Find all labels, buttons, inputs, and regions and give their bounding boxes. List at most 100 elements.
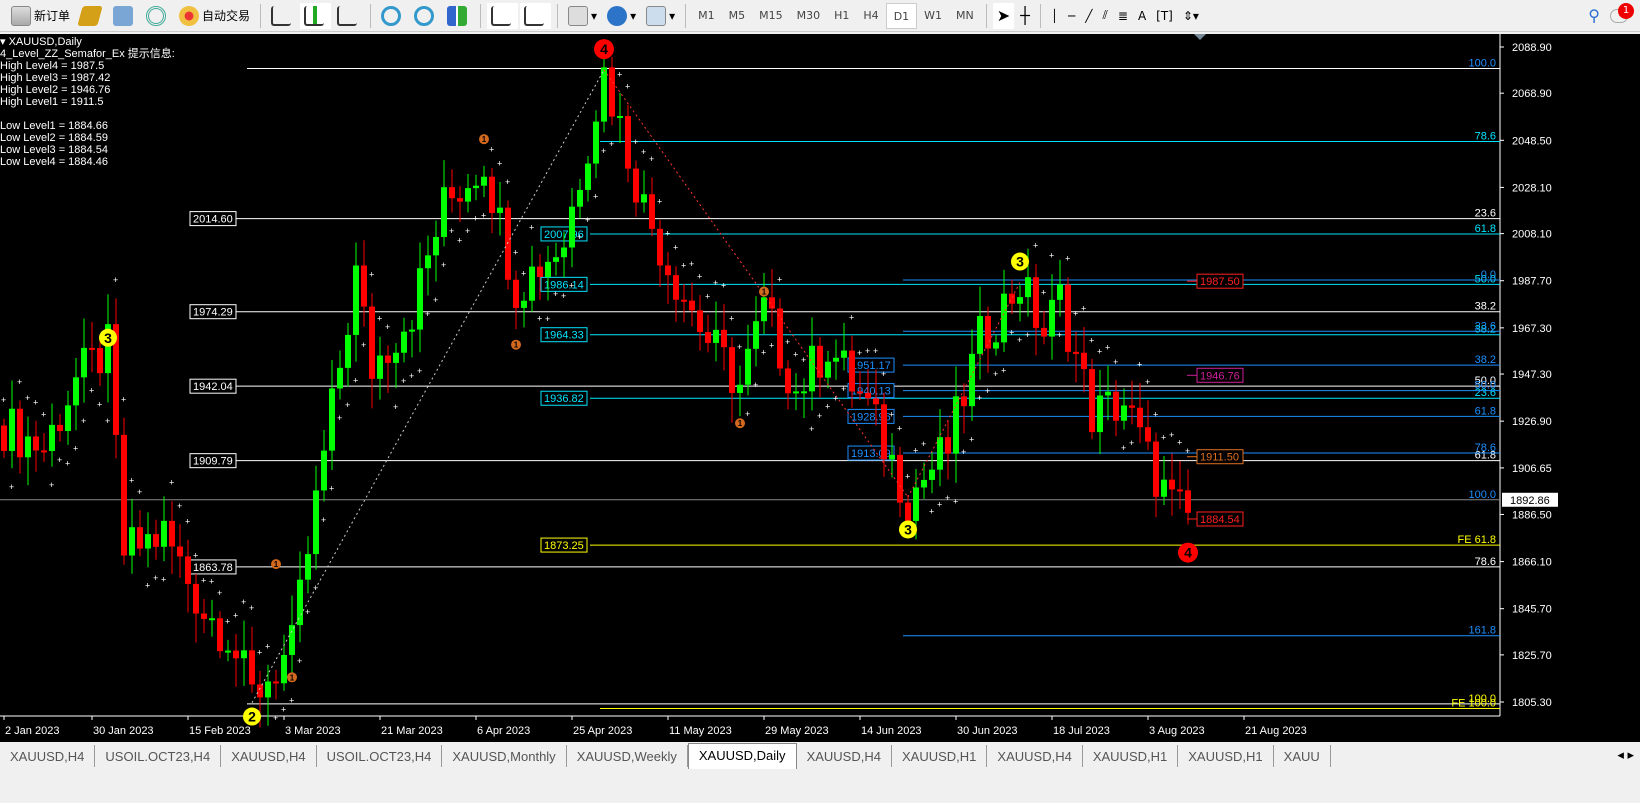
- timeframe-m30[interactable]: M30: [790, 3, 828, 29]
- chart-tab[interactable]: XAUUSD,Monthly: [442, 745, 567, 767]
- vertical-line-button[interactable]: │: [1047, 3, 1062, 29]
- sar-dot: +: [33, 397, 38, 407]
- navigator-button[interactable]: [109, 3, 140, 29]
- zoom-out-button[interactable]: [410, 3, 441, 29]
- tile-windows-button[interactable]: [443, 3, 474, 29]
- zoom-in-button[interactable]: [377, 3, 408, 29]
- chart-tab[interactable]: XAUUSD,H4: [221, 745, 317, 767]
- semafor-number: 3: [904, 521, 912, 537]
- timeframe-w1[interactable]: W1: [917, 3, 949, 29]
- indicators-icon: [568, 5, 589, 26]
- timeframe-m5[interactable]: M5: [722, 3, 753, 29]
- search-button[interactable]: ⚲: [1584, 3, 1604, 29]
- signals-button[interactable]: [142, 3, 173, 29]
- market-watch-button[interactable]: [76, 3, 107, 29]
- timeframe-h4[interactable]: H4: [856, 3, 885, 29]
- candle-body: [913, 487, 919, 521]
- periods-button[interactable]: ▾: [603, 3, 640, 29]
- price-chart[interactable]: 2088.90 2068.90 2048.50 2028.10 2008.10 1987.…: [0, 34, 1640, 742]
- candle-body: [953, 396, 959, 454]
- candle-body: [753, 321, 759, 349]
- bar-chart-button[interactable]: [267, 3, 298, 29]
- chart-tab[interactable]: XAUU: [1274, 745, 1331, 767]
- semafor-level-price: 1911.50: [1200, 452, 1239, 464]
- candle-body: [1065, 284, 1071, 352]
- chart-tab[interactable]: XAUUSD,H4: [987, 745, 1083, 767]
- sar-dot: +: [121, 394, 126, 404]
- sar-dot: +: [257, 647, 262, 657]
- time-tick-label: 18 Jul 2023: [1053, 725, 1110, 737]
- sar-dot: +: [921, 439, 926, 449]
- auto-trading-button[interactable]: 自动交易: [175, 3, 254, 29]
- candle-body: [601, 67, 607, 122]
- chart-tab[interactable]: XAUUSD,H1: [1178, 745, 1274, 767]
- timeframe-bar: M1 M5 M15 M30 H1 H4 D1 W1 MN: [691, 2, 981, 29]
- timeframe-mn[interactable]: MN: [949, 3, 981, 29]
- text-label-button[interactable]: [T]: [1152, 3, 1177, 29]
- candle-body: [473, 185, 479, 189]
- candle-body: [1057, 284, 1063, 300]
- sar-dot: +: [505, 177, 510, 187]
- cyan-fib-price: 1986.14: [544, 279, 584, 291]
- price-tick-label: 1926.90: [1512, 416, 1552, 428]
- cursor-button[interactable]: ➤: [992, 2, 1015, 29]
- sar-dot: +: [361, 340, 366, 350]
- chart-tab[interactable]: XAUUSD,Daily: [687, 743, 797, 769]
- white-fib-price: 2014.60: [193, 214, 233, 226]
- line-chart-button[interactable]: [333, 3, 364, 29]
- price-tick-label: 1967.30: [1512, 323, 1552, 335]
- crosshair-button[interactable]: ┼: [1016, 3, 1034, 29]
- sar-dot: +: [97, 399, 102, 409]
- candle-body: [89, 347, 95, 350]
- tab-scroll-arrows[interactable]: ◂ ▸: [1611, 743, 1640, 769]
- sar-dot: +: [449, 226, 454, 236]
- sar-dot: +: [353, 375, 358, 385]
- chart-tab[interactable]: XAUUSD,H4: [0, 745, 96, 767]
- sar-dot: +: [225, 616, 230, 626]
- semafor-level-price: 1946.76: [1200, 370, 1240, 382]
- arrows-button[interactable]: ⇕▾: [1179, 3, 1203, 29]
- auto-trading-label: 自动交易: [202, 9, 251, 23]
- candlestick-chart-button[interactable]: [300, 2, 332, 29]
- timeframe-d1[interactable]: D1: [885, 2, 918, 29]
- candle-body: [185, 556, 191, 584]
- sar-dot: +: [793, 350, 798, 360]
- chart-tab[interactable]: USOIL.OCT23,H4: [95, 745, 222, 767]
- cursor-icon: ➤: [996, 6, 1011, 25]
- timeframe-h1[interactable]: H1: [827, 3, 856, 29]
- horizontal-line-button[interactable]: ─: [1064, 3, 1079, 29]
- indicators-button[interactable]: ▾: [564, 3, 601, 29]
- new-order-button[interactable]: 新订单: [7, 3, 74, 29]
- fe-price: 1873.25: [544, 540, 584, 552]
- chart-shift-button[interactable]: [520, 2, 552, 29]
- chart-tab[interactable]: XAUUSD,H1: [892, 745, 988, 767]
- sar-dot: +: [1017, 335, 1022, 345]
- timeframe-m1[interactable]: M1: [691, 3, 722, 29]
- fib-level-label: 0.0: [1481, 269, 1496, 281]
- candle-body: [193, 583, 199, 614]
- auto-scroll-button[interactable]: [487, 2, 519, 29]
- sar-dot: +: [737, 342, 742, 352]
- chart-tab[interactable]: XAUUSD,Weekly: [567, 745, 688, 767]
- sar-dot: +: [497, 159, 502, 169]
- sar-dot: +: [641, 147, 646, 157]
- price-tick-label: 1805.30: [1512, 697, 1552, 709]
- fibonacci-button[interactable]: ≣: [1114, 3, 1132, 29]
- chart-tab[interactable]: XAUUSD,H1: [1083, 745, 1179, 767]
- toolbar: 新订单 自动交易 ▾ ▾ ▾ M1 M5 M15 M30 H1 H4 D1 W1 MN ➤ ┼ …: [0, 0, 1640, 32]
- sar-dot: +: [249, 603, 254, 613]
- text-button[interactable]: A: [1134, 3, 1150, 29]
- chart-tab[interactable]: XAUUSD,H4: [797, 745, 892, 767]
- equidistant-channel-button[interactable]: ⫽: [1099, 3, 1112, 29]
- candle-body: [993, 342, 999, 349]
- chart-tab[interactable]: USOIL.OCT23,H4: [317, 745, 443, 767]
- candle-body: [929, 469, 935, 480]
- templates-button[interactable]: ▾: [642, 3, 679, 29]
- sar-dot: +: [625, 81, 630, 91]
- trendline-button[interactable]: ╱: [1081, 3, 1096, 29]
- notifications-button[interactable]: 1: [1606, 2, 1634, 29]
- timeframe-m15[interactable]: M15: [752, 3, 790, 29]
- fib-level-label: 78.6: [1475, 556, 1496, 568]
- sar-dot: +: [1153, 409, 1158, 419]
- chart-canvas[interactable]: 2088.90 2068.90 2048.50 2028.10 2008.10 1987.…: [0, 34, 1640, 742]
